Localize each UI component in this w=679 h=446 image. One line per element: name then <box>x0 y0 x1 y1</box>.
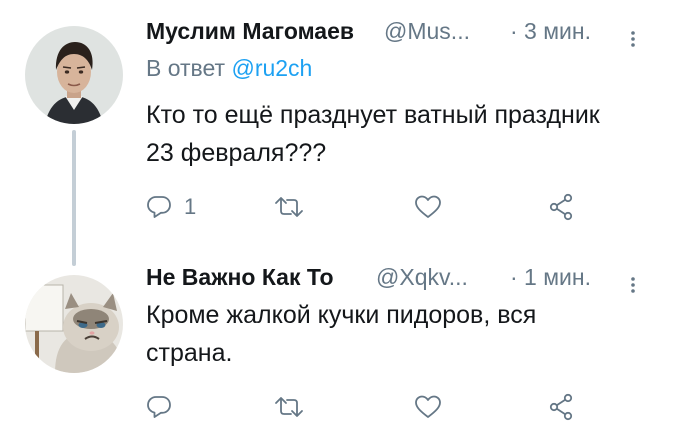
reply-prefix: В ответ <box>146 55 232 81</box>
reply-icon <box>146 394 172 420</box>
tweet-actions <box>146 387 616 427</box>
timestamp[interactable]: · 1 мин. <box>510 260 591 294</box>
like-button[interactable] <box>414 187 454 227</box>
avatar[interactable] <box>25 26 123 124</box>
tweet-text: Кроме жалкой кучки пидоров, вся страна. <box>146 301 537 367</box>
tweet-header: Муслим Магомаев @Mus... · 3 мин. <box>146 14 649 48</box>
like-icon <box>414 394 442 420</box>
retweet-icon <box>274 194 304 220</box>
tweet-actions: 1 <box>146 187 616 227</box>
share-button[interactable] <box>548 187 574 227</box>
retweet-button[interactable] <box>274 387 316 427</box>
display-name[interactable]: Муслим Магомаев <box>146 14 354 48</box>
share-icon <box>548 193 574 221</box>
more-icon[interactable] <box>630 23 636 47</box>
display-name[interactable]: Не Важно Как То <box>146 260 334 294</box>
like-button[interactable] <box>414 387 454 427</box>
username[interactable]: @Xqkv... <box>376 260 468 294</box>
share-button[interactable] <box>548 387 574 427</box>
reply-context: В ответ @ru2ch <box>146 52 312 84</box>
reply-button[interactable] <box>146 387 184 427</box>
share-icon <box>548 393 574 421</box>
more-icon[interactable] <box>630 269 636 293</box>
tweet-text: Кто то ещё празднует ватный праздник 23 … <box>146 101 600 167</box>
timestamp[interactable]: · 3 мин. <box>510 14 591 48</box>
tweet-header: Не Важно Как То @Xqkv... · 1 мин. <box>146 260 649 294</box>
reply-count: 1 <box>184 194 197 219</box>
reply-handle-link[interactable]: @ru2ch <box>231 55 312 81</box>
tweet[interactable]: Муслим Магомаев @Mus... · 3 мин. В ответ… <box>0 0 679 266</box>
thread-line <box>72 130 76 266</box>
tweet[interactable]: Не Важно Как То @Xqkv... · 1 мин. Кроме … <box>0 252 679 446</box>
reply-icon <box>146 194 172 220</box>
retweet-button[interactable] <box>274 187 316 227</box>
avatar[interactable] <box>25 275 123 373</box>
reply-button[interactable]: 1 <box>146 187 196 227</box>
retweet-icon <box>274 394 304 420</box>
username[interactable]: @Mus... <box>384 14 470 48</box>
like-icon <box>414 194 442 220</box>
